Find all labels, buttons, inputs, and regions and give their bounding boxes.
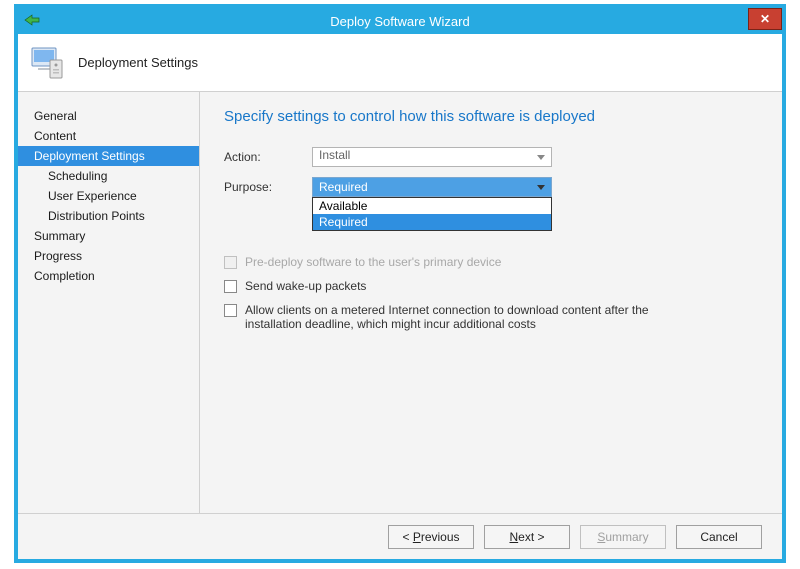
summary-button: Summary [580,525,666,549]
send-wakeup-label: Send wake-up packets [245,279,366,293]
row-action: Action: Install [224,147,758,167]
wizard-step-summary[interactable]: Summary [18,226,199,246]
wizard-step-distribution-points[interactable]: Distribution Points [18,206,199,226]
wizard-step-scheduling[interactable]: Scheduling [18,166,199,186]
wizard-step-content[interactable]: Content [18,126,199,146]
body-pane: GeneralContentDeployment SettingsSchedul… [18,92,782,513]
metered-label: Allow clients on a metered Internet conn… [245,303,704,331]
metered-checkbox[interactable] [224,304,237,317]
action-value: Install [319,148,350,162]
cancel-button-label: Cancel [700,530,737,544]
purpose-dropdown-list[interactable]: AvailableRequired [312,197,552,231]
main-pane: Specify settings to control how this sof… [200,92,782,513]
pre-deploy-row: Pre-deploy software to the user's primar… [224,255,704,269]
cancel-button[interactable]: Cancel [676,525,762,549]
title-bar: Deploy Software Wizard ✕ [18,8,782,34]
wizard-step-deployment-settings[interactable]: Deployment Settings [18,146,199,166]
purpose-option-available[interactable]: Available [313,198,551,214]
wizard-header: Deployment Settings [18,34,782,92]
next-button-label: Next > [509,530,544,544]
computer-icon [30,46,66,80]
purpose-dropdown[interactable]: Required [312,177,552,197]
wizard-step-user-experience[interactable]: User Experience [18,186,199,206]
action-dropdown[interactable]: Install [312,147,552,167]
pre-deploy-checkbox [224,256,237,269]
wizard-window: Deploy Software Wizard ✕ Deployment Sett… [14,4,786,563]
wizard-step-completion[interactable]: Completion [18,266,199,286]
row-purpose: Purpose: Required AvailableRequired [224,177,758,197]
section-heading: Specify settings to control how this sof… [224,108,758,125]
pre-deploy-label: Pre-deploy software to the user's primar… [245,255,501,269]
page-title: Deployment Settings [78,55,198,70]
wizard-step-progress[interactable]: Progress [18,246,199,266]
action-label: Action: [224,150,312,164]
previous-button-label: < Previous [402,530,459,544]
purpose-option-required[interactable]: Required [313,214,551,230]
summary-button-label: Summary [597,530,648,544]
nav-arrow-left-icon [22,12,42,28]
footer: < Previous Next > Summary Cancel [18,513,782,559]
wizard-step-general[interactable]: General [18,106,199,126]
window-title: Deploy Software Wizard [18,14,782,29]
previous-button[interactable]: < Previous [388,525,474,549]
close-icon: ✕ [760,12,770,26]
nav-arrows [22,12,42,28]
wizard-steps-sidebar: GeneralContentDeployment SettingsSchedul… [18,92,200,513]
send-wakeup-row: Send wake-up packets [224,279,704,293]
purpose-value: Required [319,180,368,194]
purpose-label: Purpose: [224,180,312,194]
send-wakeup-checkbox[interactable] [224,280,237,293]
metered-row: Allow clients on a metered Internet conn… [224,303,704,331]
next-button[interactable]: Next > [484,525,570,549]
close-button[interactable]: ✕ [748,8,782,30]
